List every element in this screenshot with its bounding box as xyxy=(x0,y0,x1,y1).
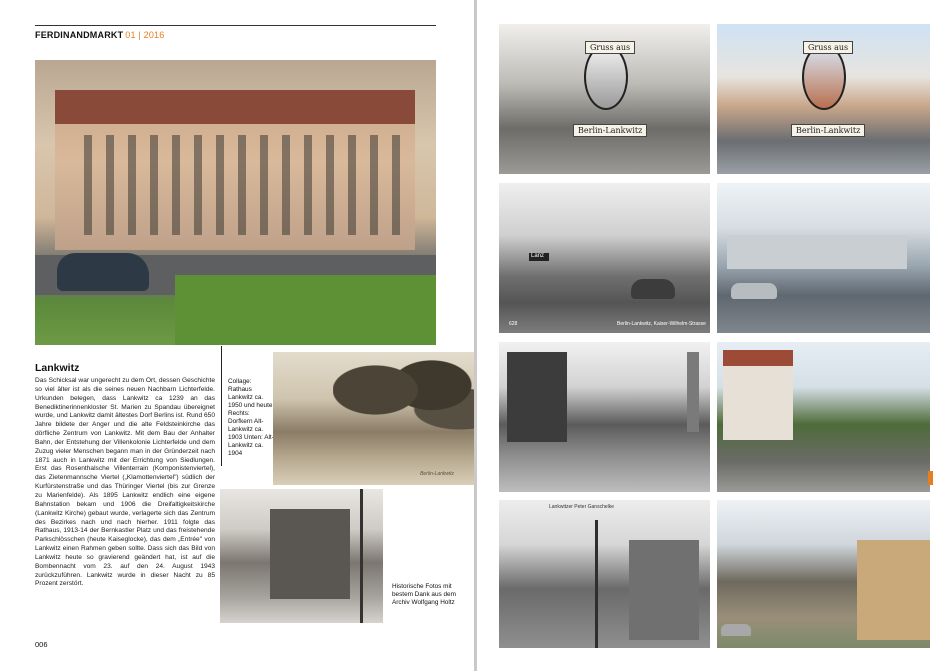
rathaus-collage-photo xyxy=(35,60,436,345)
caption-rule xyxy=(221,346,222,466)
old-avenue-photo: Berlin-Lankwitz xyxy=(273,352,474,485)
rathaus-windows xyxy=(70,135,400,235)
kaiser-wilhelm-strasse-modern-photo xyxy=(717,183,930,333)
street-photo-caption: Berlin-Lankwitz, Kaiser-Wilhelm-Strasse xyxy=(617,321,706,327)
tree-lined-street-historic-photo: Lankwitzer Peter Ganschelke xyxy=(499,500,710,648)
greeting-banner-bottom: Berlin-Lankwitz xyxy=(573,124,648,137)
avenue-photo-label: Berlin-Lankwitz xyxy=(420,471,454,477)
page-tab-marker xyxy=(928,471,933,485)
street-photo-number: 628 xyxy=(509,321,518,327)
shop-sign: Lanz xyxy=(531,253,545,259)
yellow-apartment xyxy=(857,540,930,640)
magazine-header: FERDINANDMARKT 01 | 2016 xyxy=(35,30,164,40)
avenue-trees xyxy=(333,352,474,447)
magazine-name: FERDINANDMARKT xyxy=(35,30,124,40)
greeting-banner-top-2: Gruss aus xyxy=(803,41,854,54)
modern-gruss-aus-photo: Gruss aus Berlin-Lankwitz xyxy=(717,24,930,174)
greeting-banner-top: Gruss aus xyxy=(585,41,636,54)
silver-car xyxy=(731,283,777,299)
corner-building xyxy=(270,509,350,599)
modern-car xyxy=(57,253,149,291)
postcard-gruss-aus-photo: Gruss aus Berlin-Lankwitz xyxy=(499,24,710,174)
tree-lined-street-modern-photo xyxy=(717,500,930,648)
church-street-historic-photo xyxy=(499,342,710,492)
article-body: Das Schicksal war ungerecht zu dem Ort, … xyxy=(35,377,215,588)
historic-photos-caption: Historische Fotos mit bestem Dank aus de… xyxy=(392,583,456,606)
issue-number: 01 | 2016 xyxy=(125,30,165,40)
apartment-block xyxy=(629,540,699,640)
parked-car xyxy=(721,624,751,636)
page-number: 006 xyxy=(35,640,48,649)
rathaus-roof xyxy=(55,90,415,124)
street-buildings xyxy=(727,235,907,269)
half-timbered-house xyxy=(507,352,567,442)
left-page: FERDINANDMARKT 01 | 2016 Lankwitz Das Sch… xyxy=(0,0,474,671)
postcard-title: Lankwitzer Peter Ganschelke xyxy=(549,504,615,510)
tram-pole xyxy=(360,489,363,623)
church-street-modern-photo xyxy=(717,342,930,492)
old-corner-building-photo xyxy=(220,489,383,623)
vw-beetle xyxy=(631,279,675,299)
villa-house xyxy=(723,350,793,440)
grass-area xyxy=(175,275,436,345)
header-rule xyxy=(35,25,436,26)
street-lamp xyxy=(595,520,598,648)
church-tower xyxy=(687,352,699,432)
collage-caption: Collage: Rathaus Lankwitz ca. 1950 und h… xyxy=(228,378,274,457)
kaiser-wilhelm-strasse-historic-photo: Lanz 628 Berlin-Lankwitz, Kaiser-Wilhelm… xyxy=(499,183,710,333)
article-title: Lankwitz xyxy=(35,362,80,374)
greeting-banner-bottom-2: Berlin-Lankwitz xyxy=(791,124,866,137)
